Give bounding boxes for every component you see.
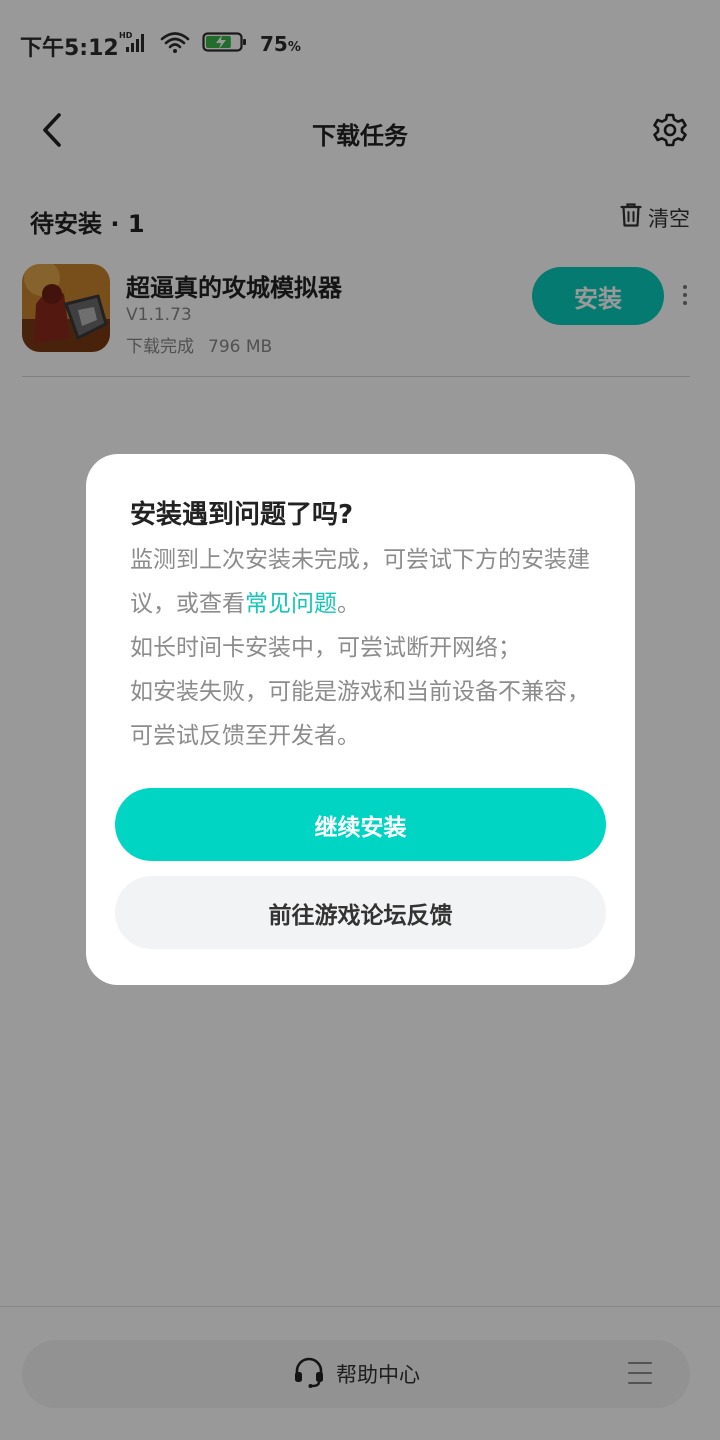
dialog-title: 安装遇到问题了吗?	[130, 500, 354, 530]
dialog-message: 监测到上次安装未完成，可尝试下方的安装建议，或查看常见问题。 如长时间卡安装中，…	[130, 538, 600, 758]
continue-install-button[interactable]: 继续安装	[115, 788, 606, 861]
dialog-line-3: 如安装失败，可能是游戏和当前设备不兼容，可尝试反馈至开发者。	[130, 679, 590, 749]
forum-feedback-button[interactable]: 前往游戏论坛反馈	[115, 876, 606, 949]
install-problem-dialog: 安装遇到问题了吗? 监测到上次安装未完成，可尝试下方的安装建议，或查看常见问题。…	[86, 454, 635, 985]
dialog-line-2: 如长时间卡安装中，可尝试断开网络；	[130, 635, 521, 661]
faq-link[interactable]: 常见问题	[245, 591, 337, 617]
dialog-line-1: 监测到上次安装未完成，可尝试下方的安装建议，或查看常见问题。	[130, 547, 590, 617]
